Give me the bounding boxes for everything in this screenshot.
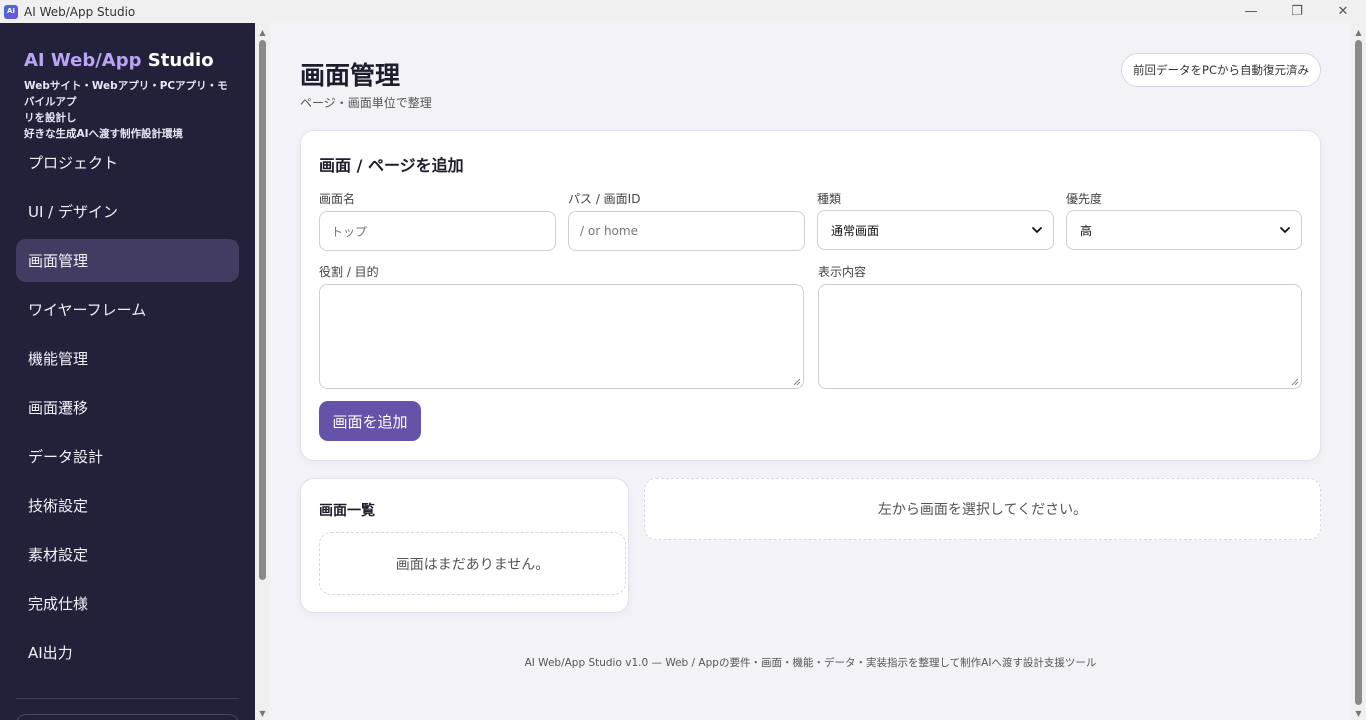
sidebar-item-project[interactable]: プロジェクト <box>16 141 239 184</box>
sidebar-nav: プロジェクト UI / デザイン 画面管理 ワイヤーフレーム 機能管理 画面遷移… <box>16 141 239 680</box>
path-id-label: パス / 画面ID <box>568 192 641 206</box>
brand-description-line: 好きな生成AIへ渡す制作設計環境 <box>24 128 184 140</box>
priority-label: 優先度 <box>1066 192 1103 206</box>
sidebar-scrollbar[interactable]: ▲ ▼ <box>255 23 270 720</box>
sidebar-footer-box <box>16 714 239 720</box>
app-icon: AI <box>4 4 18 19</box>
main-scroll-thumb[interactable] <box>1355 40 1362 705</box>
main-scrollbar[interactable]: ▲ ▼ <box>1351 23 1366 720</box>
window-controls: — ❐ ✕ <box>1228 0 1366 23</box>
scroll-up-arrow-icon[interactable]: ▲ <box>1351 25 1366 39</box>
add-screen-title: 画面 / ページを追加 <box>319 156 464 175</box>
brand-description-line: Webサイト・Webアプリ・PCアプリ・モバイルアプ <box>24 80 228 108</box>
page-title: 画面管理 <box>300 61 401 90</box>
sidebar-scroll-thumb[interactable] <box>259 40 266 580</box>
screen-name-input[interactable]: トップ <box>319 211 556 251</box>
restore-status-badge: 前回データをPCから自動復元済み <box>1121 53 1321 87</box>
window-titlebar: AI AI Web/App Studio — ❐ ✕ <box>0 0 1366 23</box>
screen-list-empty-state: 画面はまだありません。 <box>319 532 626 595</box>
sidebar-item-transitions[interactable]: 画面遷移 <box>16 386 239 429</box>
footer-text: AI Web/App Studio v1.0 — Web / Appの要件・画面… <box>524 657 1097 669</box>
sidebar-item-features[interactable]: 機能管理 <box>16 337 239 380</box>
add-screen-button[interactable]: 画面を追加 <box>319 401 421 441</box>
main-content: 画面管理 ページ・画面単位で整理 前回データをPCから自動復元済み 画面 / ペ… <box>270 23 1351 720</box>
minimize-button[interactable]: — <box>1228 0 1274 23</box>
type-select-value: 通常画面 <box>831 223 880 238</box>
screen-list-card: 画面一覧 画面はまだありません。 <box>300 478 629 613</box>
brand-description-line: リを設計し <box>24 112 77 124</box>
window-title: AI Web/App Studio <box>24 4 136 19</box>
sidebar-divider <box>16 698 239 699</box>
sidebar-item-ai-output[interactable]: AI出力 <box>16 631 239 674</box>
sidebar-item-ui-design[interactable]: UI / デザイン <box>16 190 239 233</box>
display-content-label: 表示内容 <box>818 265 867 279</box>
screen-name-label: 画面名 <box>319 192 356 206</box>
scroll-down-arrow-icon[interactable]: ▼ <box>255 706 270 720</box>
brand-title: AI Web/App Studio <box>24 50 214 71</box>
role-purpose-textarea[interactable] <box>319 284 804 389</box>
screen-detail-empty-state: 左から画面を選択してください。 <box>644 478 1321 540</box>
display-content-textarea[interactable] <box>818 284 1302 389</box>
brand-title-accent: AI Web/App <box>24 50 142 71</box>
scroll-down-arrow-icon[interactable]: ▼ <box>1351 706 1366 720</box>
priority-select[interactable]: 高 <box>1066 210 1302 250</box>
chevron-down-icon <box>1032 227 1042 233</box>
sidebar-item-final-spec[interactable]: 完成仕様 <box>16 582 239 625</box>
type-select[interactable]: 通常画面 <box>817 210 1054 250</box>
sidebar-item-screens[interactable]: 画面管理 <box>16 239 239 282</box>
resize-grip-icon[interactable] <box>793 378 801 386</box>
brand-title-suffix: Studio <box>141 50 214 71</box>
brand-description: Webサイト・Webアプリ・PCアプリ・モバイルアプ リを設計し 好きな生成AI… <box>24 78 236 142</box>
type-label: 種類 <box>817 192 842 206</box>
sidebar-item-wireframe[interactable]: ワイヤーフレーム <box>16 288 239 331</box>
add-screen-card: 画面 / ページを追加 画面名 トップ パス / 画面ID / or home … <box>300 130 1321 461</box>
resize-grip-icon[interactable] <box>1291 378 1299 386</box>
screen-list-title: 画面一覧 <box>319 503 375 519</box>
maximize-button[interactable]: ❐ <box>1274 0 1320 23</box>
chevron-down-icon <box>1280 227 1290 233</box>
sidebar-item-tech-settings[interactable]: 技術設定 <box>16 484 239 527</box>
sidebar: AI Web/App Studio Webサイト・Webアプリ・PCアプリ・モバ… <box>0 23 255 720</box>
page-subtitle: ページ・画面単位で整理 <box>300 96 432 110</box>
sidebar-item-data-design[interactable]: データ設計 <box>16 435 239 478</box>
priority-select-value: 高 <box>1080 223 1093 238</box>
scroll-up-arrow-icon[interactable]: ▲ <box>255 25 270 39</box>
close-button[interactable]: ✕ <box>1320 0 1366 23</box>
role-purpose-label: 役割 / 目的 <box>319 265 379 279</box>
path-id-input[interactable]: / or home <box>568 211 805 251</box>
sidebar-item-assets[interactable]: 素材設定 <box>16 533 239 576</box>
